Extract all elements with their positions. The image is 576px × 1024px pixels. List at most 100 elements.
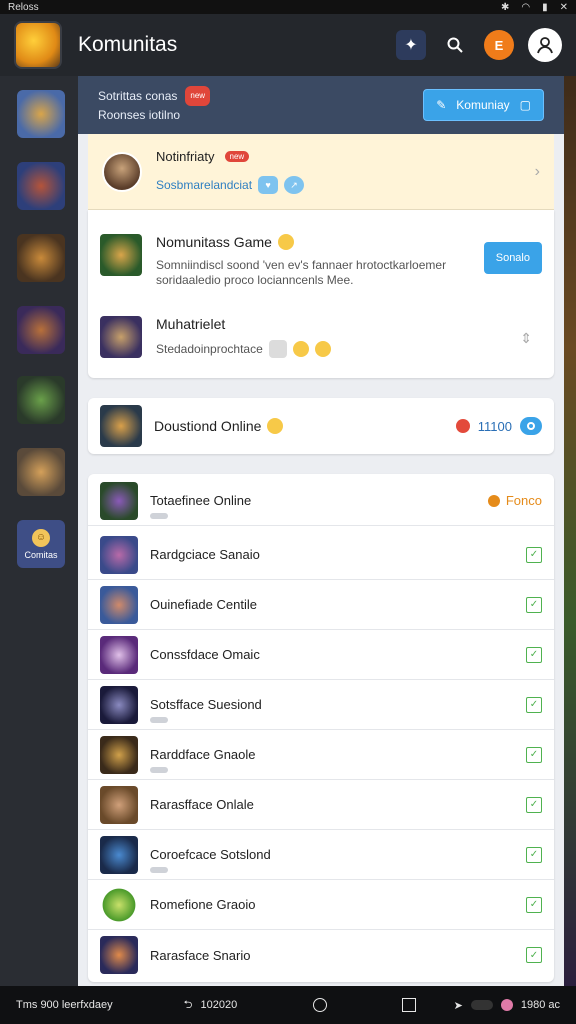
komunitas-button[interactable]: ✎ Komuniay ▢ bbox=[423, 89, 544, 121]
checkbox-icon[interactable]: ✓ bbox=[526, 696, 542, 713]
game-thumbnail bbox=[100, 535, 138, 574]
list-item[interactable]: Rarddface Gnaole ✓ bbox=[88, 730, 554, 780]
sidebar-item-game-4[interactable] bbox=[17, 306, 65, 354]
profile-dot-icon bbox=[500, 999, 513, 1011]
online-card[interactable]: Doustiond Online 11100 bbox=[88, 398, 554, 454]
smile-icon bbox=[277, 234, 294, 250]
search-icon[interactable] bbox=[440, 30, 470, 60]
list-item[interactable]: Rardgciace Sanaio ✓ bbox=[88, 530, 554, 580]
smile-icon bbox=[314, 341, 331, 357]
game-thumbnail bbox=[100, 316, 142, 358]
status-text: Reloss bbox=[8, 1, 39, 13]
toggle-icon[interactable] bbox=[470, 1000, 493, 1010]
reaction-icon bbox=[150, 867, 168, 873]
sidebar: ☺ Comitas bbox=[0, 76, 78, 986]
banner-subtitle: Roonses iotilno bbox=[98, 108, 181, 122]
game-thumbnail bbox=[100, 936, 138, 974]
sidebar-item-game-3[interactable] bbox=[17, 234, 65, 282]
list-item[interactable]: Sotsfface Suesiond ✓ bbox=[88, 680, 554, 730]
sidebar-item-game-1[interactable] bbox=[17, 90, 65, 138]
background-edge bbox=[564, 76, 576, 986]
sidebar-item-community[interactable]: ☺ Comitas bbox=[17, 520, 65, 568]
game-thumbnail bbox=[100, 234, 142, 276]
checkbox-icon[interactable]: ✓ bbox=[526, 646, 542, 663]
back-icon[interactable]: ⮌ bbox=[184, 996, 193, 1015]
checkbox-icon[interactable]: ✓ bbox=[526, 546, 542, 563]
sidebar-item-game-5[interactable] bbox=[17, 376, 65, 424]
list-item[interactable]: Romefione Graoio ✓ bbox=[88, 880, 554, 930]
game-thumbnail bbox=[100, 481, 138, 520]
featured-game[interactable]: Nomunitass Game Somniindiscl soond 'ven … bbox=[100, 234, 542, 288]
list-item-label: Romefione Graoio bbox=[150, 897, 256, 912]
list-item-label: Conssfdace Omaic bbox=[150, 647, 260, 662]
image-icon bbox=[268, 340, 287, 358]
home-icon[interactable] bbox=[312, 998, 327, 1012]
toggle-switch[interactable] bbox=[520, 417, 542, 435]
game-thumbnail bbox=[100, 835, 138, 874]
sparkle-icon[interactable]: ✦ bbox=[396, 30, 426, 60]
checkbox-icon[interactable]: ✓ bbox=[526, 896, 542, 913]
close-icon[interactable]: ✕ bbox=[560, 2, 568, 13]
share-icon[interactable]: ↗ bbox=[284, 176, 305, 194]
chevron-right-icon[interactable]: › bbox=[535, 163, 540, 181]
notification-item[interactable]: Notinfriaty new Sosbmarelandciat ♥ ↗ › bbox=[88, 134, 554, 210]
new-badge: new bbox=[224, 151, 250, 162]
reaction-icon bbox=[150, 767, 168, 773]
wifi-icon: ◠ bbox=[521, 1, 531, 13]
list-item-label: Rarasface Snario bbox=[150, 947, 251, 963]
join-button[interactable]: Sonalo bbox=[483, 242, 542, 274]
checkbox-icon[interactable]: ✓ bbox=[526, 746, 542, 763]
game-thumbnail bbox=[100, 885, 138, 924]
notification-sub: Sosbmarelandciat bbox=[156, 178, 253, 192]
app-logo[interactable] bbox=[14, 21, 62, 69]
send-icon[interactable]: ➤ bbox=[454, 999, 463, 1012]
notification-badge[interactable]: E bbox=[484, 30, 514, 60]
sidebar-item-game-2[interactable] bbox=[17, 162, 65, 210]
main-content: Sotrittas conas new Roonses iotilno ✎ Ko… bbox=[78, 76, 564, 986]
reaction-icon bbox=[150, 717, 168, 723]
list-item-label: Totaefinee Online bbox=[150, 493, 252, 508]
app-bar: Komunitas ✦ E bbox=[0, 14, 576, 76]
game-subtitle: Stedadoinprochtace bbox=[156, 341, 263, 356]
sidebar-item-label: Comitas bbox=[24, 549, 58, 560]
list-item[interactable]: Conssfdace Omaic ✓ bbox=[88, 630, 554, 680]
list-item-label: Rarddface Gnaole bbox=[150, 747, 256, 762]
recents-icon[interactable] bbox=[401, 998, 416, 1012]
game-list: Totaefinee Online Fonco Rardgciace Sanai… bbox=[88, 474, 554, 982]
pencil-icon: ✎ bbox=[436, 98, 447, 112]
game-thumbnail bbox=[100, 635, 138, 674]
status-icon bbox=[487, 494, 500, 507]
checkbox-icon[interactable]: ✓ bbox=[526, 796, 542, 813]
community-banner: Sotrittas conas new Roonses iotilno ✎ Ko… bbox=[78, 76, 564, 134]
pin-icon[interactable]: ⇕ bbox=[520, 330, 532, 347]
list-item-label: Sotsfface Suesiond bbox=[150, 697, 262, 712]
banner-title: Sotrittas conas bbox=[98, 89, 178, 103]
second-game[interactable]: Muhatrielet Stedadoinprochtace ⇕ bbox=[100, 316, 542, 358]
game-title: Nomunitass Game bbox=[156, 234, 272, 250]
list-item[interactable]: Totaefinee Online Fonco bbox=[88, 476, 554, 526]
game-thumbnail bbox=[100, 735, 138, 774]
system-nav-bar: Tms 900 leerfxdaey ⮌ 102020 ➤ 1980 ac bbox=[0, 986, 576, 1024]
list-item-label: Rarasfface Onlale bbox=[150, 797, 254, 812]
chat-icon: ▢ bbox=[519, 98, 531, 112]
checkbox-icon[interactable]: ✓ bbox=[526, 596, 542, 613]
game-thumbnail bbox=[100, 585, 138, 624]
nav-back-text: 102020 bbox=[200, 999, 238, 1011]
game-thumbnail bbox=[100, 405, 142, 447]
list-item[interactable]: Ouinefiade Centile ✓ bbox=[88, 580, 554, 630]
like-icon[interactable]: ♥ bbox=[258, 176, 279, 194]
sidebar-item-game-6[interactable] bbox=[17, 448, 65, 496]
checkbox-icon[interactable]: ✓ bbox=[526, 947, 542, 963]
heart-icon bbox=[455, 419, 470, 433]
list-item-label: Rardgciace Sanaio bbox=[150, 547, 260, 562]
bluetooth-icon: ✱ bbox=[500, 1, 510, 13]
online-count: 11100 bbox=[477, 418, 512, 434]
online-title: Doustiond Online bbox=[154, 418, 262, 434]
game-thumbnail bbox=[100, 685, 138, 724]
list-item[interactable]: Rarasface Snario ✓ bbox=[88, 930, 554, 980]
list-item[interactable]: Rarasfface Onlale ✓ bbox=[88, 780, 554, 830]
list-item[interactable]: Coroefcace Sotslond ✓ bbox=[88, 830, 554, 880]
profile-icon[interactable] bbox=[528, 28, 562, 62]
status-badge: Fonco bbox=[505, 493, 542, 508]
checkbox-icon[interactable]: ✓ bbox=[526, 846, 542, 863]
